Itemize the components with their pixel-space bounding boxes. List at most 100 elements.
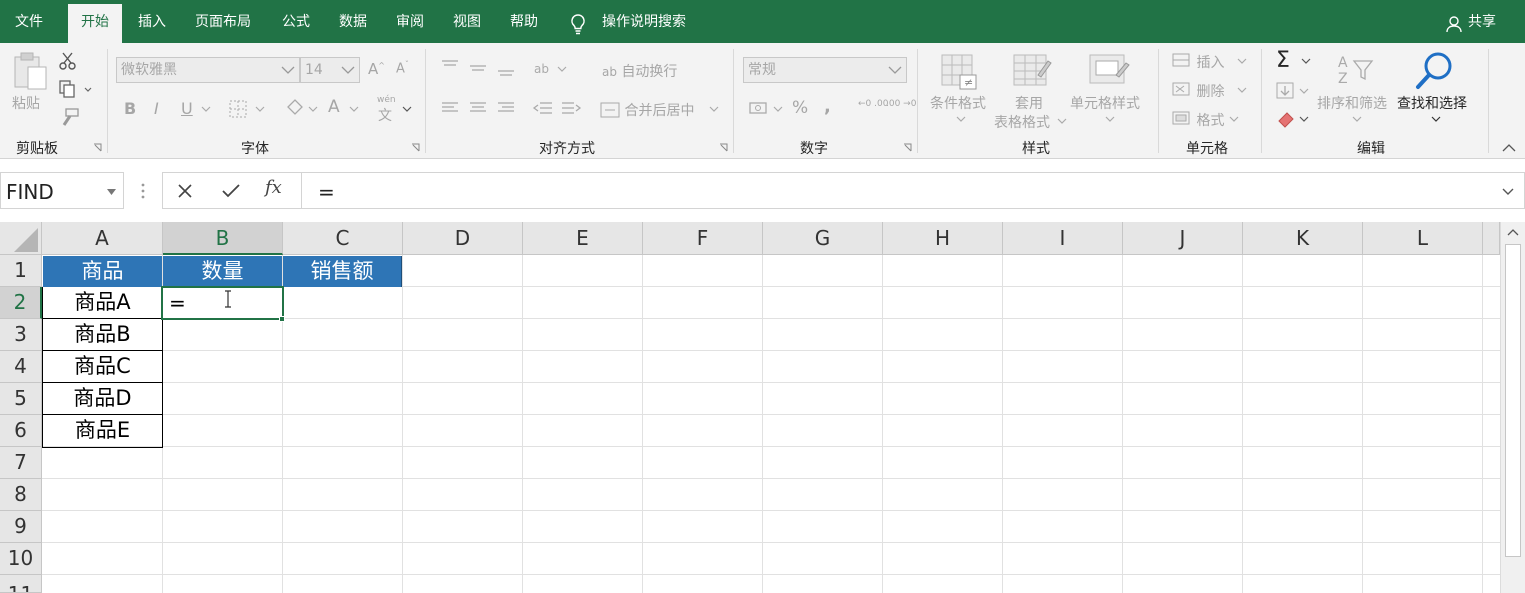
formula-input[interactable]: = (302, 172, 1525, 209)
number-launcher-icon[interactable] (903, 143, 912, 152)
row-header-11[interactable]: 11 (0, 575, 42, 593)
font-launcher-icon[interactable] (411, 143, 420, 152)
cut-icon[interactable] (58, 51, 78, 71)
conditional-formatting-icon[interactable]: ≠ (940, 53, 980, 91)
column-header-f[interactable]: F (643, 222, 763, 255)
collapse-ribbon-icon[interactable] (1502, 143, 1516, 153)
cell-c1[interactable]: 销售额 (283, 256, 402, 287)
name-box[interactable]: FIND (0, 172, 124, 209)
row-header-8[interactable]: 8 (0, 479, 42, 511)
column-header-b[interactable]: B (163, 222, 283, 255)
cell-a3[interactable]: 商品B (43, 319, 162, 351)
column-header-j[interactable]: J (1123, 222, 1243, 255)
insert-cells-button[interactable]: 插入 (1172, 52, 1224, 72)
column-header-l[interactable]: L (1363, 222, 1483, 255)
cell-b1[interactable]: 数量 (163, 256, 282, 287)
fill-color-icon[interactable] (284, 97, 320, 119)
column-header-m[interactable] (1483, 222, 1500, 255)
chevron-down-icon[interactable] (348, 105, 360, 113)
close-icon[interactable] (177, 183, 193, 199)
horizontal-align-icons[interactable] (440, 99, 520, 119)
row-header-2[interactable]: 2 (0, 287, 42, 319)
copy-icon[interactable] (58, 79, 94, 99)
column-header-g[interactable]: G (763, 222, 883, 255)
insert-function-button[interactable]: fx (265, 177, 282, 198)
paste-button[interactable] (12, 51, 52, 97)
row-header-4[interactable]: 4 (0, 351, 42, 383)
tab-view[interactable]: 视图 (440, 4, 494, 43)
sort-filter-icon[interactable]: A Z (1336, 53, 1376, 89)
column-header-c[interactable]: C (283, 222, 403, 255)
indent-icons[interactable] (532, 99, 584, 119)
column-header-i[interactable]: I (1003, 222, 1123, 255)
worksheet-grid[interactable]: A B C D E F G H I J K L 1 2 3 4 5 6 7 8 … (0, 222, 1525, 593)
chevron-down-icon[interactable] (1056, 117, 1068, 125)
column-header-e[interactable]: E (523, 222, 643, 255)
chevron-down-icon[interactable] (1236, 57, 1248, 65)
orientation-icon[interactable]: ab (532, 57, 568, 81)
cell-a6[interactable]: 商品E (43, 415, 162, 447)
cell-styles-icon[interactable] (1088, 53, 1130, 91)
vertical-scrollbar[interactable] (1500, 222, 1525, 593)
cell-a5[interactable]: 商品D (43, 383, 162, 415)
row-header-9[interactable]: 9 (0, 511, 42, 543)
tab-formulas[interactable]: 公式 (270, 4, 322, 43)
font-color-button[interactable]: A (328, 97, 340, 117)
chevron-down-icon[interactable] (1104, 115, 1116, 123)
scroll-up-icon[interactable] (1507, 228, 1519, 236)
select-all-corner[interactable] (0, 222, 42, 255)
percent-button[interactable]: % (792, 98, 808, 118)
format-cells-button[interactable]: 格式 (1172, 110, 1224, 130)
tab-home[interactable]: 开始 (68, 4, 122, 43)
row-header-1[interactable]: 1 (0, 255, 42, 287)
delete-cells-button[interactable]: 删除 (1172, 81, 1224, 101)
chevron-down-icon[interactable] (401, 105, 413, 113)
chevron-down-icon[interactable] (1236, 86, 1248, 94)
column-header-a[interactable]: A (42, 222, 163, 255)
column-header-d[interactable]: D (403, 222, 523, 255)
tab-help[interactable]: 帮助 (497, 4, 551, 43)
row-header-10[interactable]: 10 (0, 543, 42, 575)
wrap-text-button[interactable]: ab 自动换行 (602, 61, 677, 81)
italic-button[interactable]: I (154, 99, 159, 118)
clipboard-launcher-icon[interactable] (93, 143, 102, 152)
chevron-down-icon[interactable] (1228, 115, 1240, 123)
drag-handle-icon[interactable] (140, 182, 146, 200)
phonetic-button[interactable]: wén (377, 95, 396, 105)
chevron-down-icon[interactable] (1430, 115, 1442, 123)
tab-review[interactable]: 审阅 (383, 4, 437, 43)
fill-icon[interactable] (1276, 81, 1316, 101)
fill-handle[interactable] (279, 316, 285, 322)
column-header-h[interactable]: H (883, 222, 1003, 255)
chevron-down-icon[interactable] (955, 115, 967, 123)
tab-file[interactable]: 文件 (0, 4, 58, 43)
chevron-down-icon[interactable] (200, 105, 212, 113)
cell-a2[interactable]: 商品A (43, 287, 162, 319)
font-name-select[interactable]: 微软雅黑 (116, 57, 300, 83)
column-header-k[interactable]: K (1243, 222, 1363, 255)
shrink-font-icon[interactable]: Aˇ (396, 60, 409, 76)
check-icon[interactable] (221, 183, 241, 199)
cell-a4[interactable]: 商品C (43, 351, 162, 383)
expand-formula-bar-icon[interactable] (1502, 188, 1514, 196)
clear-icon[interactable] (1276, 109, 1316, 129)
row-header-7[interactable]: 7 (0, 447, 42, 479)
tab-page-layout[interactable]: 页面布局 (184, 4, 262, 43)
autosum-icon[interactable]: Σ (1276, 48, 1290, 73)
format-painter-icon[interactable] (58, 107, 80, 127)
cell-a1[interactable]: 商品 (43, 256, 162, 287)
comma-button[interactable]: , (824, 96, 831, 117)
format-as-table-icon[interactable] (1012, 53, 1052, 91)
find-select-icon[interactable] (1414, 51, 1456, 91)
accounting-format-icon[interactable] (748, 99, 784, 119)
borders-icon[interactable] (228, 99, 268, 119)
number-format-select[interactable]: 常规 (743, 57, 907, 83)
row-header-3[interactable]: 3 (0, 319, 42, 351)
chevron-down-icon[interactable] (1351, 115, 1363, 123)
scroll-thumb[interactable] (1505, 244, 1521, 557)
font-size-select[interactable]: 14 (300, 57, 360, 83)
tab-data[interactable]: 数据 (326, 4, 380, 43)
bold-button[interactable]: B (124, 99, 136, 118)
row-header-6[interactable]: 6 (0, 415, 42, 447)
increase-decimal-button[interactable]: ←0 .00 (858, 99, 888, 109)
